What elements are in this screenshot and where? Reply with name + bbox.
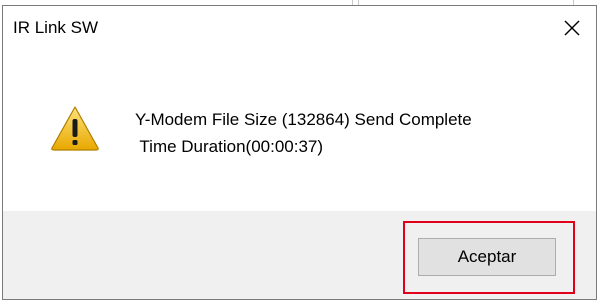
warning-icon	[50, 105, 100, 151]
message-line-2: Time Duration(00:00:37)	[135, 137, 324, 156]
dialog-title: IR Link SW	[13, 18, 99, 37]
message-dialog: IR Link SW Y-Modem File Size (132864) Se…	[2, 5, 597, 300]
dialog-titlebar: IR Link SW	[3, 6, 596, 48]
close-icon[interactable]	[558, 14, 586, 42]
message-line-1: Y-Modem File Size (132864) Send Complete	[135, 110, 472, 129]
accept-button[interactable]: Aceptar	[418, 238, 556, 276]
dialog-message: Y-Modem File Size (132864) Send Complete…	[135, 106, 472, 160]
dialog-content: Y-Modem File Size (132864) Send Complete…	[3, 48, 596, 211]
dialog-footer: Aceptar	[3, 211, 596, 299]
